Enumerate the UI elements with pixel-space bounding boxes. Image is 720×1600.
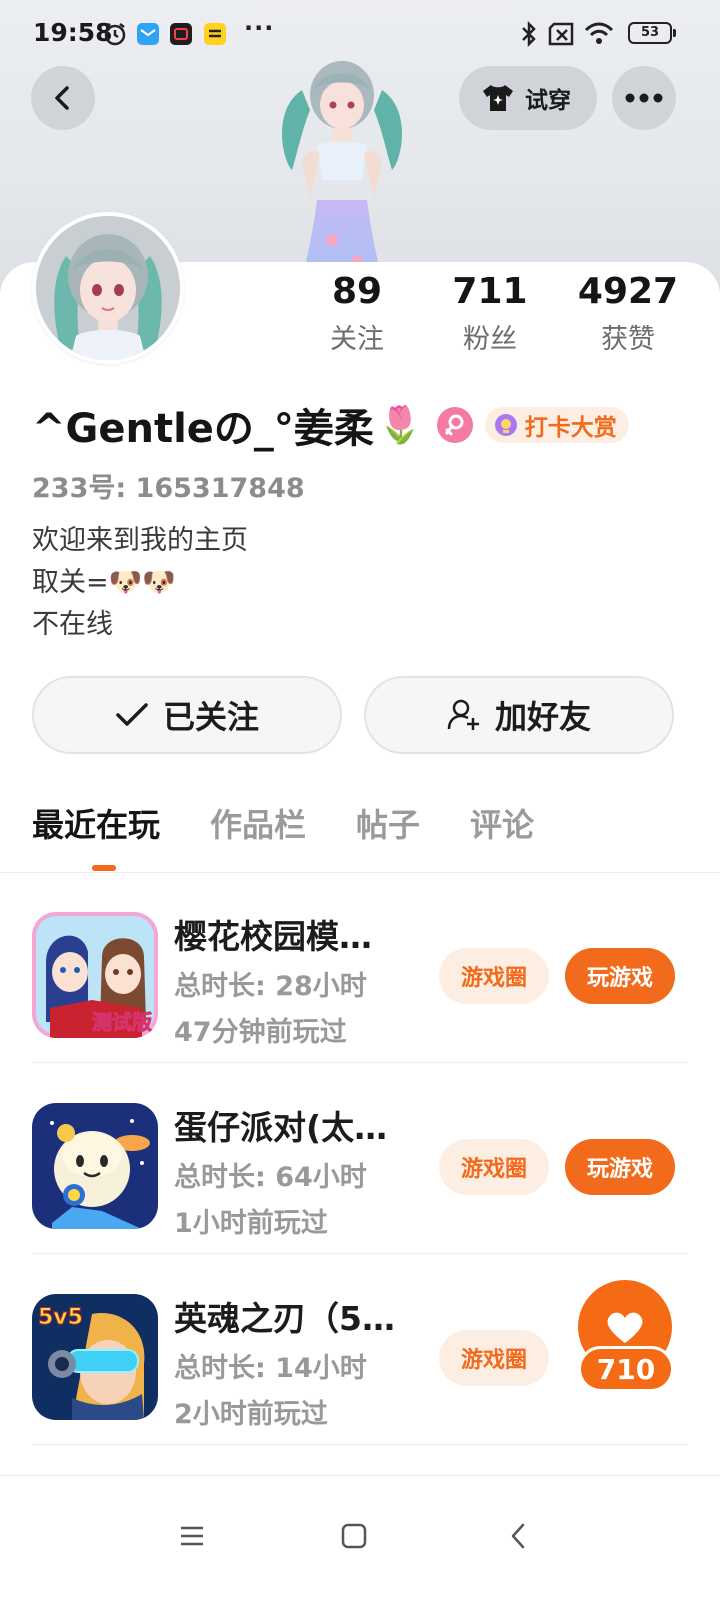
recent-apps-button[interactable]: [162, 1506, 222, 1566]
game-icon-badge-text: 5v5: [38, 1305, 83, 1330]
back-button[interactable]: [31, 66, 95, 130]
status-bar: 19:58 ··· 53: [0, 0, 720, 66]
game-last-played: 47分钟前玩过: [174, 1017, 347, 1048]
row-divider: [32, 1444, 688, 1445]
game-list-item[interactable]: 蛋仔派对(太… 总时长: 64小时 1小时前玩过 游戏圈 玩游戏: [0, 1063, 720, 1254]
game-total-time: 总时长: 64小时: [174, 1162, 367, 1193]
bluetooth-icon: [520, 20, 538, 48]
wifi-icon: [584, 20, 614, 48]
square-home-icon: [341, 1523, 367, 1549]
bio-line: 欢迎来到我的主页: [32, 525, 248, 556]
play-game-button[interactable]: 玩游戏: [565, 1139, 675, 1195]
bio-line: 不在线: [32, 609, 113, 640]
stat-likes-value: 4927: [577, 271, 679, 312]
game-list-item[interactable]: 测试版 樱花校园模… 总时长: 28小时 47分钟前玩过 游戏圈 玩游戏: [0, 872, 720, 1063]
stat-following-label: 关注: [330, 324, 384, 355]
name-row: ^Gentleの_°姜柔 🌷 打卡大赏: [32, 396, 629, 454]
try-on-label: 试穿: [525, 88, 571, 114]
more-button[interactable]: [612, 66, 676, 130]
more-dots-icon: [625, 93, 663, 103]
user-bio: 欢迎来到我的主页 取关=🐶🐶 不在线: [32, 520, 248, 646]
chevron-left-icon: [511, 1523, 525, 1549]
status-more-dots: ···: [244, 14, 275, 42]
game-total-time: 总时长: 28小时: [174, 971, 367, 1002]
add-user-icon: [447, 699, 479, 730]
stat-fans-label: 粉丝: [463, 324, 517, 355]
alarm-icon: [102, 20, 128, 48]
active-tab-indicator: [92, 865, 116, 871]
try-on-button[interactable]: 试穿: [459, 66, 597, 130]
stat-following[interactable]: 89 关注: [292, 268, 422, 364]
eggy-party-game-icon[interactable]: [32, 1103, 158, 1229]
stat-likes-label: 获赞: [601, 324, 655, 355]
game-circle-button[interactable]: 游戏圈: [439, 1139, 549, 1195]
kuaishou-app-icon: [204, 20, 226, 48]
game-total-time: 总时长: 14小时: [174, 1353, 367, 1384]
system-back-button[interactable]: [488, 1506, 548, 1566]
following-button[interactable]: 已关注: [32, 676, 342, 754]
bio-line: 取关=🐶🐶: [32, 567, 176, 598]
checkmark-icon: [116, 703, 148, 726]
menu-lines-icon: [181, 1526, 203, 1546]
tab-comments[interactable]: 评论: [470, 800, 534, 860]
checkin-award-label: 打卡大赏: [524, 415, 617, 441]
game-title: 蛋仔派对(太…: [174, 1108, 388, 1147]
sakura-school-game-icon[interactable]: 测试版: [32, 912, 158, 1038]
game-last-played: 2小时前玩过: [174, 1399, 328, 1430]
checkin-award-badge[interactable]: 打卡大赏: [484, 407, 629, 443]
system-navigation-bar: [0, 1475, 720, 1600]
game-last-played: 1小时前玩过: [174, 1208, 328, 1239]
game-title: 英魂之刃（5…: [174, 1299, 395, 1338]
stat-fans-value: 711: [452, 271, 528, 312]
tshirt-sparkle-icon: [483, 85, 513, 111]
stat-fans[interactable]: 711 粉丝: [425, 268, 555, 364]
video-app-icon: [170, 20, 192, 48]
stat-likes[interactable]: 4927 获赞: [563, 268, 693, 364]
yinghun-game-icon[interactable]: 5v5: [32, 1294, 158, 1420]
game-circle-button[interactable]: 游戏圈: [439, 948, 549, 1004]
tab-works[interactable]: 作品栏: [210, 800, 306, 860]
floating-like-button[interactable]: 710: [566, 1280, 678, 1398]
following-label: 已关注: [162, 698, 259, 736]
sim-off-icon: [548, 20, 576, 48]
mail-app-icon: [137, 20, 159, 48]
avatar-image: [36, 216, 180, 360]
add-friend-label: 加好友: [494, 698, 591, 736]
heart-icon: [607, 1312, 643, 1343]
user-id[interactable]: 233号: 165317848: [32, 466, 305, 505]
play-game-button[interactable]: 玩游戏: [565, 948, 675, 1004]
tab-recently-played[interactable]: 最近在玩: [32, 800, 160, 860]
user-name: ^Gentleの_°姜柔: [32, 406, 374, 452]
female-symbol-icon: [436, 407, 473, 443]
tulip-emoji: 🌷: [377, 405, 423, 446]
add-friend-button[interactable]: 加好友: [364, 676, 674, 754]
home-button[interactable]: [324, 1506, 384, 1566]
profile-tabs: 最近在玩 作品栏 帖子 评论: [32, 800, 584, 860]
like-count: 710: [578, 1346, 674, 1392]
battery-icon: 53: [628, 22, 676, 44]
chevron-left-icon: [55, 86, 69, 110]
trophy-badge-icon: [494, 414, 517, 436]
game-circle-button[interactable]: 游戏圈: [439, 1330, 549, 1386]
avatar[interactable]: [32, 212, 184, 364]
tab-posts[interactable]: 帖子: [356, 800, 420, 860]
stat-following-value: 89: [331, 271, 383, 312]
game-icon-badge-text: 测试版: [92, 1010, 152, 1034]
game-title: 樱花校园模…: [174, 917, 372, 956]
status-time: 19:58: [33, 18, 113, 47]
